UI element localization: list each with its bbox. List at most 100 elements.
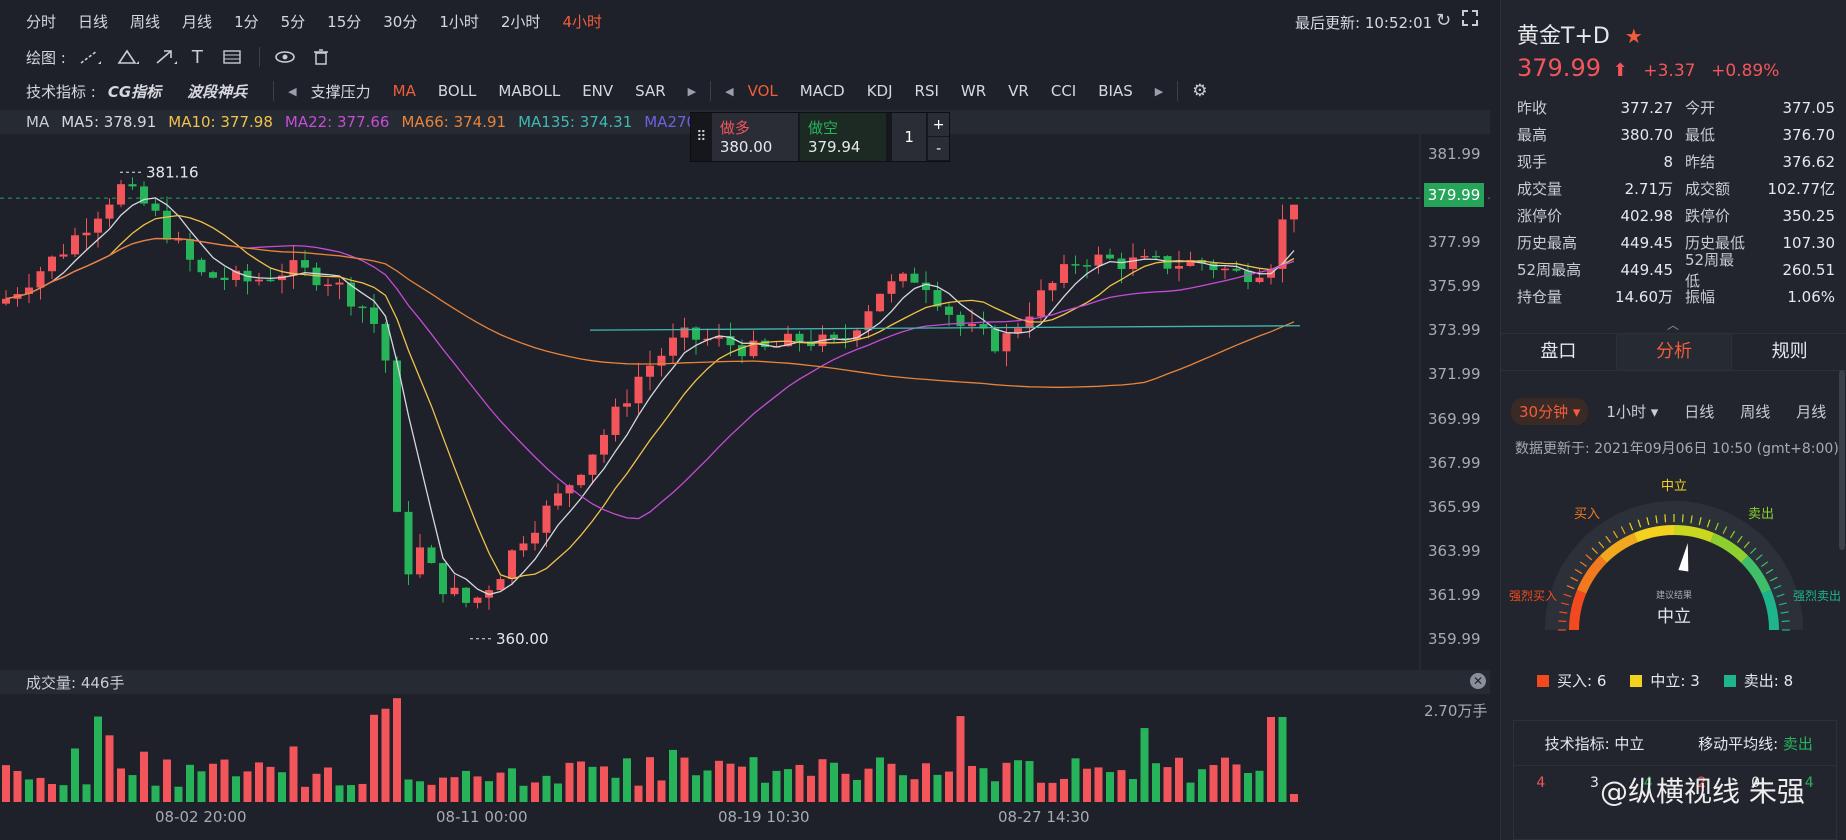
decrease-button[interactable]: - [928, 137, 950, 160]
stat-value: 402.98 [1620, 206, 1674, 225]
scroll-left-icon[interactable]: ◀ [725, 85, 733, 98]
main-indicator[interactable]: ENV [582, 82, 613, 100]
tab-rules[interactable]: 规则 [1732, 334, 1846, 370]
period-tab[interactable]: 2小时 [501, 11, 541, 32]
volume-bar [1025, 761, 1034, 802]
ma-value: 卖出 [1782, 734, 1813, 753]
cg-indicator-button[interactable]: CG指标 [108, 81, 161, 102]
period-tab[interactable]: 周线 [130, 11, 160, 32]
stat-value: 449.45 [1620, 260, 1674, 279]
period-week[interactable]: 周线 [1740, 401, 1770, 422]
volume-bar [772, 770, 781, 802]
period-tab-active[interactable]: 4小时 [562, 11, 602, 32]
sub-indicator[interactable]: CCI [1051, 82, 1076, 100]
sub-indicator[interactable]: KDJ [867, 82, 893, 100]
wave-indicator-button[interactable]: 波段神兵 [187, 81, 247, 102]
sub-indicator[interactable]: MACD [800, 82, 845, 100]
volume-bar [1140, 728, 1149, 802]
quantity-field[interactable]: 1 [892, 113, 927, 161]
arrow-tool-icon[interactable] [154, 48, 178, 66]
period-tab[interactable]: 日线 [78, 11, 108, 32]
buy-long-button[interactable]: 做多 380.00 [711, 113, 798, 161]
tech-label: 技术指标: [1544, 734, 1610, 753]
volume-bar [59, 785, 68, 802]
volume-chart[interactable] [0, 694, 1420, 804]
gauge-strong-buy-label: 强烈买入 [1509, 589, 1557, 603]
sub-indicator[interactable]: VR [1008, 82, 1029, 100]
trash-icon[interactable] [312, 48, 330, 66]
main-indicator[interactable]: MABOLL [498, 82, 560, 100]
watermark: @纵横视线 朱强 [1600, 775, 1805, 808]
period-tab[interactable]: 月线 [182, 11, 212, 32]
stat-key: 振幅 [1685, 288, 1716, 306]
period-1h[interactable]: 1小时 ▾ [1606, 401, 1658, 422]
scroll-left-icon[interactable]: ◀ [288, 85, 296, 98]
price-axis-label: 375.99 [1428, 277, 1481, 296]
scroll-right-icon[interactable]: ▶ [1155, 85, 1163, 98]
ma-label: 移动平均线: [1698, 734, 1779, 753]
eye-icon[interactable] [274, 48, 296, 66]
candle-body [1048, 282, 1057, 291]
triangle-tool-icon[interactable] [116, 48, 140, 66]
volume-bar [473, 776, 482, 802]
period-tab[interactable]: 1小时 [439, 11, 479, 32]
sell-short-button[interactable]: 做空 379.94 [799, 113, 887, 161]
candle-body [1255, 277, 1264, 283]
line-tool-icon[interactable] [78, 48, 102, 66]
period-month[interactable]: 月线 [1796, 401, 1826, 422]
volume-bar [519, 785, 528, 802]
scrollbar[interactable] [1839, 370, 1845, 550]
period-tab[interactable]: 分时 [26, 11, 56, 32]
volume-bar [416, 781, 424, 802]
fib-tool-icon[interactable] [221, 48, 245, 66]
volume-bar [232, 776, 240, 802]
volume-bar [381, 708, 390, 802]
refresh-icon[interactable]: ↻ [1436, 10, 1451, 31]
x-axis-label: 08-19 10:30 [718, 808, 810, 826]
settings-gear-icon[interactable]: ⚙ [1192, 81, 1207, 101]
period-day[interactable]: 日线 [1684, 401, 1714, 422]
period-tab[interactable]: 1分 [234, 11, 259, 32]
fullscreen-icon[interactable] [1462, 10, 1478, 26]
collapse-chevron-icon[interactable]: ︿ [1667, 316, 1679, 333]
volume-bar [968, 765, 976, 802]
tab-analysis[interactable]: 分析 [1616, 334, 1733, 370]
tab-orderbook[interactable]: 盘口 [1501, 334, 1617, 370]
candle-body [151, 203, 160, 211]
period-tab[interactable]: 15分 [327, 11, 361, 32]
candlestick-chart[interactable]: 381.16 360.00 [0, 134, 1490, 670]
price-axis-label: 373.99 [1428, 321, 1481, 340]
sub-indicator-active[interactable]: VOL [748, 82, 778, 100]
period-tab[interactable]: 30分 [383, 11, 417, 32]
volume-bar [1152, 763, 1160, 802]
current-price-tag: 379.99 [1424, 183, 1484, 207]
candle-body [358, 306, 367, 309]
volume-bar [335, 785, 344, 802]
volume-bar [531, 782, 539, 802]
close-volume-icon[interactable]: ✕ [1470, 673, 1486, 689]
main-indicator[interactable]: SAR [635, 82, 665, 100]
main-indicator-active[interactable]: MA [393, 82, 416, 100]
volume-bar [749, 757, 758, 802]
volume-bar [784, 769, 792, 802]
favorite-star-icon[interactable]: ★ [1625, 24, 1643, 48]
candle-body [554, 493, 562, 506]
period-30min[interactable]: 30分钟 ▾ [1511, 398, 1589, 425]
candle-body [519, 543, 528, 551]
drag-handle-icon[interactable]: ⠿ [691, 113, 712, 161]
volume-bar [588, 766, 597, 802]
sub-indicator[interactable]: RSI [915, 82, 939, 100]
volume-bar [1232, 764, 1241, 802]
period-tab[interactable]: 5分 [281, 11, 306, 32]
buy-label: 做多 [719, 119, 750, 137]
sentiment-gauge: 中立买入 卖出强烈买入 强烈卖出建议结果中立 [1509, 479, 1841, 631]
increase-button[interactable]: + [928, 113, 950, 136]
scroll-right-icon[interactable]: ▶ [688, 85, 696, 98]
volume-bar [1198, 769, 1206, 802]
sub-indicator[interactable]: WR [961, 82, 986, 100]
text-tool-icon[interactable]: T [192, 47, 203, 68]
sub-indicator[interactable]: BIAS [1098, 82, 1133, 100]
main-indicator[interactable]: BOLL [438, 82, 477, 100]
candle-body [1083, 265, 1091, 267]
main-indicator[interactable]: 支撑压力 [311, 81, 371, 102]
